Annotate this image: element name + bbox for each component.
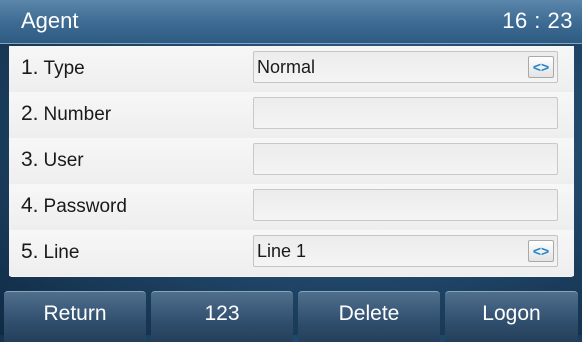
row-label-text: Number [43,104,112,125]
user-input[interactable] [253,143,558,175]
line-label: 5. Line [21,240,79,264]
row-number: 1. [21,56,39,79]
logon-button[interactable]: Logon [445,291,578,342]
row-label-text: User [43,150,84,171]
row-number: 5. [21,240,39,263]
row-number: 3. [21,148,39,171]
row-label-text: Password [43,196,127,217]
type-label: 1. Type [21,56,85,80]
input-mode-button[interactable]: 123 [151,291,293,342]
switch-arrows-icon[interactable]: <> [528,240,554,262]
return-button[interactable]: Return [4,291,146,342]
password-label: 4. Password [21,194,127,218]
password-input[interactable] [253,189,558,221]
form-row-password: 4. Password [9,184,574,231]
type-select[interactable]: Normal <> [253,51,558,83]
softkey-bar: Return 123 Delete Logon [0,285,582,342]
row-label-text: Type [43,58,85,79]
user-label: 3. User [21,148,84,172]
number-label: 2. Number [21,102,111,126]
line-value: Line 1 [257,241,307,261]
title-bar: Agent 16 : 23 [0,0,582,44]
form-row-number: 2. Number [9,92,574,139]
page-title: Agent [21,8,79,33]
switch-arrows-icon[interactable]: <> [528,56,554,78]
row-number: 4. [21,194,39,217]
form-panel: 1. Type Normal <> 2. Number 3. User 4. Passw… [9,46,574,277]
line-select[interactable]: Line 1 <> [253,235,558,267]
row-label-text: Line [43,242,80,263]
form-row-type: 1. Type Normal <> [9,46,574,93]
clock: 16 : 23 [502,8,573,33]
row-number: 2. [21,102,39,125]
form-row-user: 3. User [9,138,574,185]
type-value: Normal [257,57,316,77]
delete-button[interactable]: Delete [298,291,440,342]
form-row-line: 5. Line Line 1 <> [9,230,574,276]
number-input[interactable] [253,97,558,129]
